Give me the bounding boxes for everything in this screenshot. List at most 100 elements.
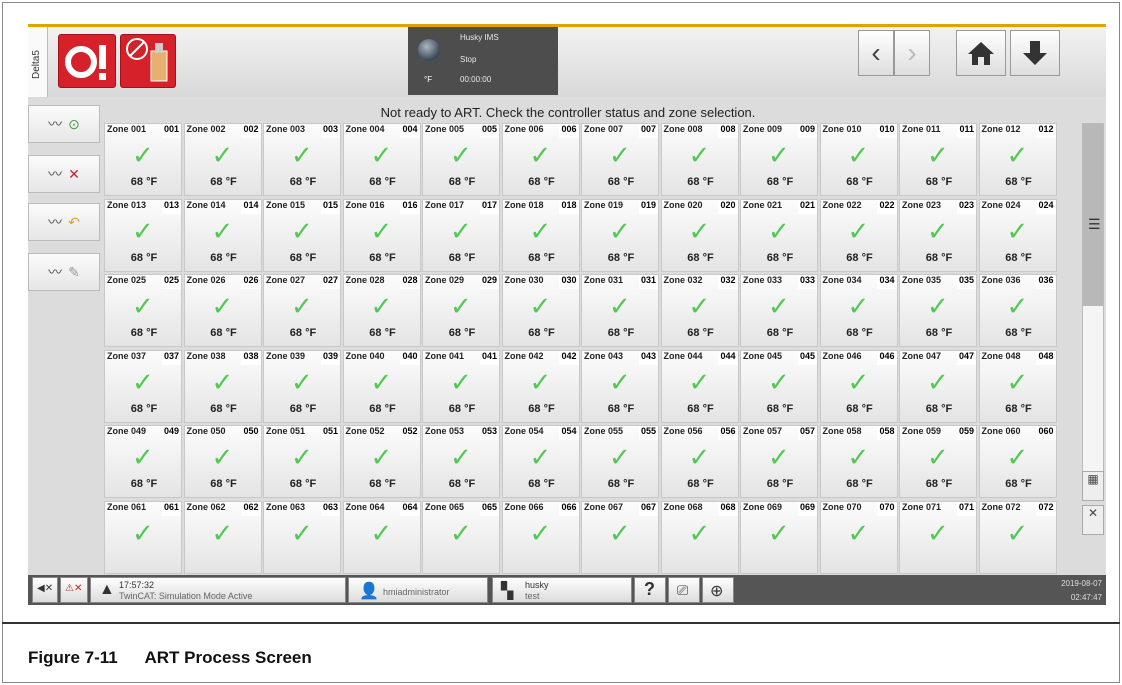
zone-tile[interactable]: Zone 006 006 ✓ 68 °F	[501, 123, 580, 196]
temperature-alarm-button[interactable]	[58, 34, 116, 88]
zone-tile[interactable]: Zone 027 027 ✓ 68 °F	[263, 274, 341, 347]
zone-tile[interactable]: Zone 021 021 ✓ 68 °F	[740, 198, 818, 272]
checkmark-icon: ✓	[529, 517, 552, 548]
zone-tile[interactable]: Zone 068 068 ✓	[660, 500, 739, 574]
download-button[interactable]	[1010, 30, 1060, 76]
language-button[interactable]: ⊕	[702, 577, 734, 603]
zone-tile[interactable]: Zone 001 001 ✓ 68 °F	[104, 123, 182, 196]
zone-tile[interactable]: Zone 037 037 ✓ 68 °F	[104, 349, 182, 423]
deselect-zones-button[interactable]: ✕	[1082, 505, 1104, 535]
zone-tile[interactable]: Zone 030 030 ✓ 68 °F	[501, 274, 580, 347]
zone-tile[interactable]: Zone 061 061 ✓	[104, 500, 182, 574]
zone-tile[interactable]: Zone 044 044 ✓ 68 °F	[660, 349, 739, 423]
scrollbar-thumb[interactable]	[1083, 124, 1103, 306]
zone-tile[interactable]: Zone 035 035 ✓ 68 °F	[899, 274, 977, 347]
edit-art-button[interactable]: 〰 ✎	[28, 253, 100, 291]
zone-tile[interactable]: Zone 024 024 ✓ 68 °F	[978, 198, 1057, 272]
cancel-art-button[interactable]: 〰 ✕	[28, 155, 100, 193]
zone-tile[interactable]: Zone 017 017 ✓ 68 °F	[422, 198, 500, 272]
zone-tile[interactable]: Zone 049 049 ✓ 68 °F	[104, 425, 182, 498]
zone-tile[interactable]: Zone 022 022 ✓ 68 °F	[819, 198, 898, 272]
zone-tile[interactable]: Zone 060 060 ✓ 68 °F	[978, 425, 1057, 498]
zone-tile[interactable]: Zone 045 045 ✓ 68 °F	[740, 349, 818, 423]
zone-tile[interactable]: Zone 050 050 ✓ 68 °F	[183, 425, 262, 498]
zone-tile[interactable]: Zone 031 031 ✓ 68 °F	[581, 274, 659, 347]
zone-tile[interactable]: Zone 063 063 ✓	[263, 500, 341, 574]
zone-tile[interactable]: Zone 046 046 ✓ 68 °F	[819, 349, 898, 423]
zone-tile[interactable]: Zone 028 028 ✓ 68 °F	[342, 274, 421, 347]
zone-tile[interactable]: Zone 014 014 ✓ 68 °F	[183, 198, 262, 272]
zone-temperature: 68 °F	[210, 478, 237, 490]
zone-tile[interactable]: Zone 026 026 ✓ 68 °F	[183, 274, 262, 347]
zone-tile[interactable]: Zone 010 010 ✓ 68 °F	[819, 123, 898, 196]
forward-button[interactable]: ›	[894, 30, 930, 76]
help-button[interactable]: ?	[634, 577, 666, 603]
alarm-banner[interactable]: ▲ 17:57:32 TwinCAT: Simulation Mode Acti…	[90, 577, 346, 603]
zone-tile[interactable]: Zone 040 040 ✓ 68 °F	[342, 349, 421, 423]
zone-number: 024	[1036, 199, 1056, 214]
zone-tile[interactable]: Zone 041 041 ✓ 68 °F	[422, 349, 500, 423]
zone-tile[interactable]: Zone 015 015 ✓ 68 °F	[263, 198, 341, 272]
screenshot-button[interactable]: ⎚	[668, 577, 700, 603]
zone-tile[interactable]: Zone 003 003 ✓ 68 °F	[263, 123, 341, 196]
zone-tile[interactable]: Zone 012 012 ✓ 68 °F	[978, 123, 1057, 196]
zone-tile[interactable]: Zone 002 002 ✓ 68 °F	[183, 123, 262, 196]
zone-tile[interactable]: Zone 016 016 ✓ 68 °F	[342, 198, 421, 272]
zone-tile[interactable]: Zone 004 004 ✓ 68 °F	[342, 123, 421, 196]
heater-disabled-button[interactable]	[120, 34, 176, 88]
zone-tile[interactable]: Zone 043 043 ✓ 68 °F	[581, 349, 659, 423]
mute-button[interactable]: ◀✕	[32, 577, 58, 603]
zone-tile[interactable]: Zone 055 055 ✓ 68 °F	[581, 425, 659, 498]
zone-tile[interactable]: Zone 067 067 ✓	[581, 500, 659, 574]
zone-tile[interactable]: Zone 007 007 ✓ 68 °F	[581, 123, 659, 196]
zone-tile[interactable]: Zone 029 029 ✓ 68 °F	[422, 274, 500, 347]
zone-tile[interactable]: Zone 071 071 ✓	[899, 500, 977, 574]
zone-tile[interactable]: Zone 058 058 ✓ 68 °F	[819, 425, 898, 498]
mold-button[interactable]: ▚ husky test	[492, 577, 632, 603]
zone-tile[interactable]: Zone 018 018 ✓ 68 °F	[501, 198, 580, 272]
zone-tile[interactable]: Zone 025 025 ✓ 68 °F	[104, 274, 182, 347]
zone-tile[interactable]: Zone 032 032 ✓ 68 °F	[660, 274, 739, 347]
zone-tile[interactable]: Zone 072 072 ✓	[978, 500, 1057, 574]
zone-tile[interactable]: Zone 054 054 ✓ 68 °F	[501, 425, 580, 498]
zone-tile[interactable]: Zone 033 033 ✓ 68 °F	[740, 274, 818, 347]
zone-tile[interactable]: Zone 034 034 ✓ 68 °F	[819, 274, 898, 347]
restore-art-button[interactable]: 〰 ↶	[28, 203, 100, 241]
zone-tile[interactable]: Zone 062 062 ✓	[183, 500, 262, 574]
zone-tile[interactable]: Zone 008 008 ✓ 68 °F	[660, 123, 739, 196]
zone-scrollbar[interactable]: ☰	[1082, 123, 1104, 473]
zone-tile[interactable]: Zone 048 048 ✓ 68 °F	[978, 349, 1057, 423]
checkmark-icon: ✓	[370, 517, 393, 548]
zone-tile[interactable]: Zone 056 056 ✓ 68 °F	[660, 425, 739, 498]
zone-tile[interactable]: Zone 047 047 ✓ 68 °F	[899, 349, 977, 423]
user-button[interactable]: 👤 hmiadministrator	[348, 577, 488, 603]
zone-tile[interactable]: Zone 038 038 ✓ 68 °F	[183, 349, 262, 423]
figure-title: ART Process Screen	[144, 648, 312, 667]
alarm-reset-button[interactable]: ⚠✕	[60, 577, 88, 603]
zone-tile[interactable]: Zone 051 051 ✓ 68 °F	[263, 425, 341, 498]
zone-tile[interactable]: Zone 064 064 ✓	[342, 500, 421, 574]
zone-tile[interactable]: Zone 020 020 ✓ 68 °F	[660, 198, 739, 272]
zone-tile[interactable]: Zone 036 036 ✓ 68 °F	[978, 274, 1057, 347]
zone-tile[interactable]: Zone 065 065 ✓	[422, 500, 500, 574]
back-button[interactable]: ‹	[858, 30, 894, 76]
delta-tab[interactable]: Delta5	[28, 27, 48, 97]
zone-tile[interactable]: Zone 042 042 ✓ 68 °F	[501, 349, 580, 423]
zone-tile[interactable]: Zone 052 052 ✓ 68 °F	[342, 425, 421, 498]
zone-tile[interactable]: Zone 070 070 ✓	[819, 500, 898, 574]
zone-tile[interactable]: Zone 059 059 ✓ 68 °F	[899, 425, 977, 498]
zone-tile[interactable]: Zone 066 066 ✓	[501, 500, 580, 574]
zone-tile[interactable]: Zone 011 011 ✓ 68 °F	[899, 123, 977, 196]
zone-tile[interactable]: Zone 009 009 ✓ 68 °F	[740, 123, 818, 196]
zone-tile[interactable]: Zone 013 013 ✓ 68 °F	[104, 198, 182, 272]
home-button[interactable]	[956, 30, 1006, 76]
zone-tile[interactable]: Zone 069 069 ✓	[740, 500, 818, 574]
zone-tile[interactable]: Zone 005 005 ✓ 68 °F	[422, 123, 500, 196]
start-art-button[interactable]: 〰 ⊙	[28, 105, 100, 143]
zone-tile[interactable]: Zone 019 019 ✓ 68 °F	[581, 198, 659, 272]
select-all-zones-button[interactable]: ▦	[1082, 471, 1104, 501]
zone-tile[interactable]: Zone 057 057 ✓ 68 °F	[740, 425, 818, 498]
zone-tile[interactable]: Zone 039 039 ✓ 68 °F	[263, 349, 341, 423]
zone-tile[interactable]: Zone 053 053 ✓ 68 °F	[422, 425, 500, 498]
zone-tile[interactable]: Zone 023 023 ✓ 68 °F	[899, 198, 977, 272]
